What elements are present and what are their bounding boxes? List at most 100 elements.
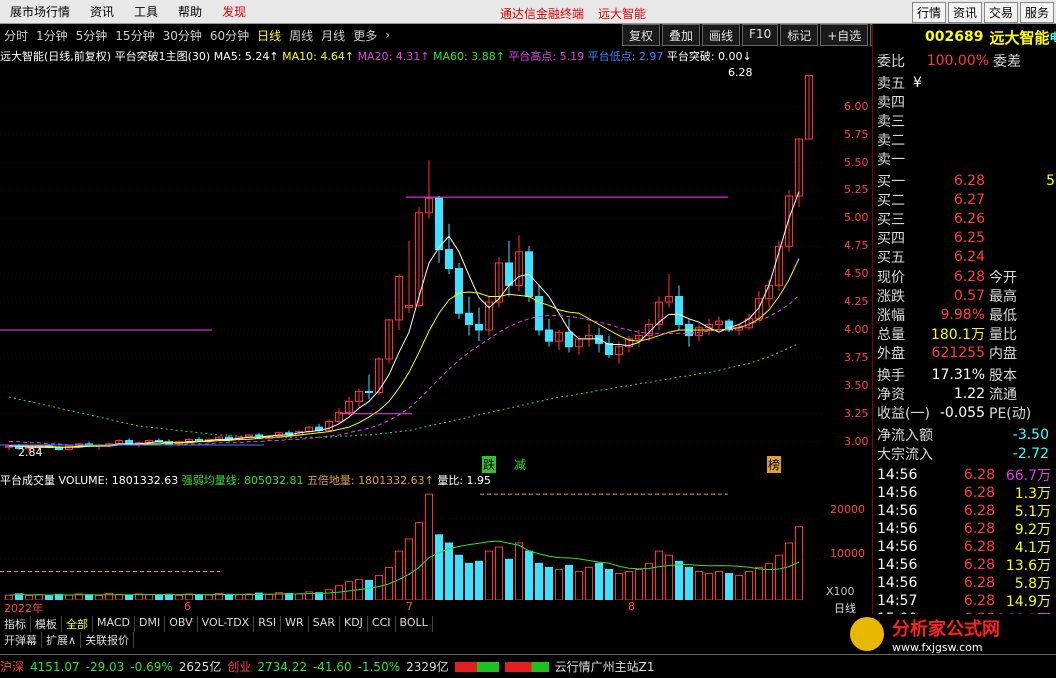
- tab-kdj[interactable]: KDJ: [340, 616, 368, 632]
- tf-monthly[interactable]: 月线: [317, 27, 349, 44]
- stat2-label: 收益(一): [877, 406, 930, 422]
- volume-bar: [545, 566, 553, 600]
- tab-wr[interactable]: WR: [281, 616, 309, 632]
- mark-button[interactable]: 标记: [780, 24, 819, 46]
- cy-pct: -1.50%: [357, 659, 401, 674]
- buy-price: 6.28: [953, 173, 985, 189]
- danmaku-toggle[interactable]: 开弹幕: [0, 632, 42, 648]
- date-axis: 2022年 6 7 8 日线: [0, 600, 872, 616]
- tf-15min[interactable]: 15分钟: [111, 27, 158, 44]
- volume-bar: [655, 550, 663, 600]
- menu-news[interactable]: 资讯: [80, 3, 124, 20]
- weibi-label: 委比: [877, 54, 905, 70]
- tf-next[interactable]: ›: [381, 28, 394, 42]
- buy-level: 买三 6.26: [877, 210, 1055, 228]
- price-tick: 4.75: [844, 239, 869, 253]
- high-annotation: 6.28: [728, 66, 753, 79]
- draw-button[interactable]: 画线: [702, 24, 741, 46]
- stock-badge: 电: [1049, 31, 1056, 44]
- date-month-7: 7: [406, 600, 413, 613]
- volume-bar: [535, 562, 543, 600]
- tick-price: 6.28: [963, 485, 995, 501]
- tab-obv[interactable]: OBV: [165, 616, 198, 632]
- stat-label-2: 最高: [989, 289, 1017, 305]
- related-quote[interactable]: 关联报价: [81, 632, 135, 648]
- quote-button[interactable]: 行情: [911, 2, 946, 23]
- tab-dmi[interactable]: DMI: [135, 616, 166, 632]
- price-tick: 4.00: [844, 323, 869, 336]
- tick-row: 14:56 6.28 5.8万: [877, 574, 1051, 592]
- tick-time: 14:56: [877, 521, 918, 537]
- logo: 分析家公式网 www.fxjgsw.com: [846, 614, 1056, 654]
- service-button[interactable]: 服务: [1019, 2, 1054, 23]
- price-chart[interactable]: [0, 62, 822, 464]
- tab-all[interactable]: 全部: [62, 616, 93, 632]
- overlay-button[interactable]: 叠加: [662, 24, 701, 46]
- volume-bar: [635, 568, 643, 600]
- trade-button[interactable]: 交易: [983, 2, 1018, 23]
- server-name[interactable]: 云行情广州主站Z1: [555, 658, 655, 675]
- tick-price: 6.28: [963, 575, 995, 591]
- volume-bar: [745, 571, 753, 600]
- tab-cci[interactable]: CCI: [368, 616, 396, 632]
- status-bar: 沪深 4151.07 -29.03 -0.69% 2625亿 创业 2734.2…: [0, 654, 1056, 678]
- tf-intraday[interactable]: 分时: [0, 27, 32, 44]
- tf-daily[interactable]: 日线: [253, 27, 285, 44]
- news-button[interactable]: 资讯: [947, 2, 982, 23]
- volume-bar: [395, 550, 403, 600]
- tick-volume: 5.1万: [1014, 504, 1051, 520]
- add-watchlist-button[interactable]: +自选: [820, 24, 869, 46]
- cy-amount: 2329亿: [406, 660, 449, 674]
- tick-price: 6.28: [963, 593, 995, 609]
- volume-chart[interactable]: [0, 486, 822, 600]
- tf-5min[interactable]: 5分钟: [72, 27, 112, 44]
- adjust-button[interactable]: 复权: [622, 24, 661, 46]
- menu-discover[interactable]: 发现: [212, 3, 256, 20]
- stat-row: 总量 180.1万 量比: [877, 325, 1025, 343]
- volume-bar: [555, 568, 563, 600]
- menu-market[interactable]: 展市场行情: [0, 3, 80, 20]
- tf-30min[interactable]: 30分钟: [159, 27, 206, 44]
- buy-price: 6.26: [953, 211, 985, 227]
- tab-rsi[interactable]: RSI: [254, 616, 282, 632]
- sh-amount: 2625亿: [178, 660, 222, 674]
- sell-level: 卖二: [877, 131, 913, 149]
- menu-bar: 展市场行情 资讯 工具 帮助 发现 通达信金融终端 远大智能 行情 资讯 交易 …: [0, 0, 1056, 24]
- tab-macd[interactable]: MACD: [93, 616, 135, 632]
- stat-row: 涨幅 9.98% 最低: [877, 306, 1025, 324]
- stat-label: 外盘: [877, 346, 905, 362]
- volume-bar: [775, 554, 783, 600]
- stat2-row: 收益(一) -0.055 PE(动): [877, 404, 1031, 422]
- sell-level: 卖一: [877, 150, 913, 168]
- volume-bar: [325, 589, 333, 600]
- tab-sar[interactable]: SAR: [309, 616, 340, 632]
- buy-price: 6.25: [953, 230, 985, 246]
- candle-body: [475, 323, 483, 331]
- menu-help[interactable]: 帮助: [168, 3, 212, 20]
- stat2-label-2: 流通: [989, 387, 1017, 403]
- tf-60min[interactable]: 60分钟: [206, 27, 253, 44]
- vol-tick-10000: 10000: [830, 547, 865, 560]
- stat-label: 涨幅: [877, 308, 905, 324]
- volume-bar: [405, 538, 413, 600]
- tick-time: 14:56: [877, 503, 918, 519]
- tf-more[interactable]: 更多: [349, 27, 381, 44]
- stat-label-2: 最低: [989, 308, 1017, 324]
- tf-1min[interactable]: 1分钟: [32, 27, 72, 44]
- tf-weekly[interactable]: 周线: [285, 27, 317, 44]
- volume-bar: [495, 546, 503, 600]
- f10-button[interactable]: F10: [742, 24, 779, 46]
- tab-vol-tdx[interactable]: VOL-TDX: [198, 616, 255, 632]
- menu-tools[interactable]: 工具: [124, 3, 168, 20]
- volume-bar: [705, 573, 713, 600]
- expand-toggle[interactable]: 扩展∧: [42, 632, 82, 648]
- stat-label-2: 内盘: [989, 346, 1017, 362]
- tick-price: 6.28: [963, 539, 995, 555]
- vol-tick-20000: 20000: [830, 503, 865, 516]
- tick-row: 14:56 6.28 66.7万: [877, 466, 1051, 484]
- tab-boll[interactable]: BOLL: [396, 616, 433, 632]
- tab-indicator[interactable]: 指标: [0, 616, 31, 632]
- sell-label: 卖三: [877, 114, 905, 130]
- tab-template[interactable]: 模板: [31, 616, 62, 632]
- candle-body: [545, 329, 553, 342]
